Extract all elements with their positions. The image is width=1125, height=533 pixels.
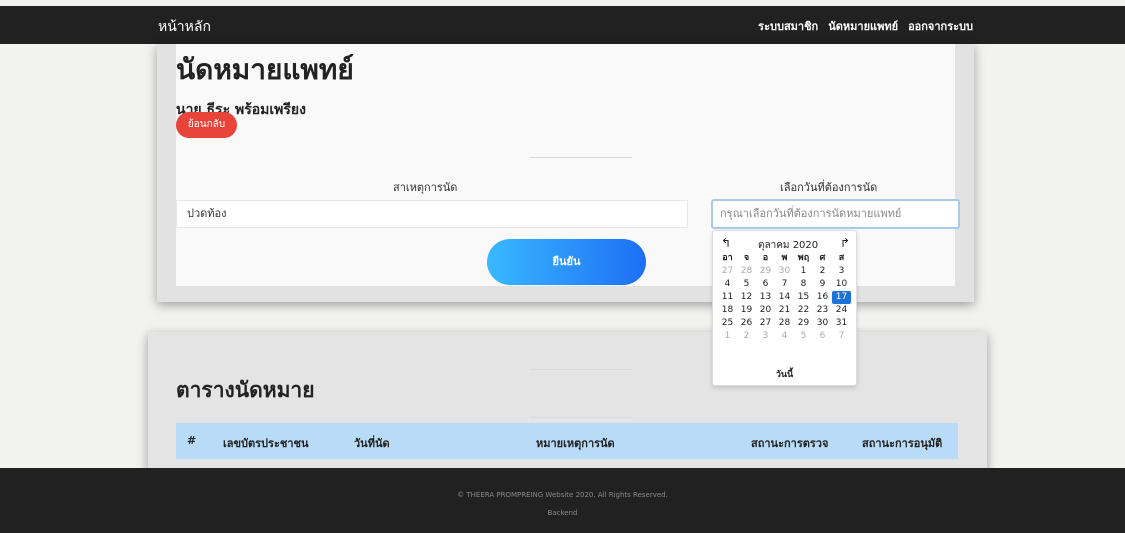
- divider: [530, 157, 632, 158]
- calendar-grid: อาจอพพฤศส 27 28 29 30 1 2 3 4 5 6 7 8 9 10 11 12 13 14 15 16…: [718, 252, 851, 343]
- calendar-day[interactable]: 15: [794, 291, 813, 304]
- calendar-day[interactable]: 26: [737, 317, 756, 330]
- table-title: ตารางนัดหมาย: [176, 378, 315, 402]
- column-header-note: หมายเหตุการนัด: [536, 437, 615, 450]
- calendar-day[interactable]: 11: [718, 291, 737, 304]
- calendar-day[interactable]: 5: [794, 330, 813, 343]
- column-header-approval-status: สถานะการอนุมัติ: [862, 437, 943, 450]
- calendar-day[interactable]: 2: [737, 330, 756, 343]
- calendar-day[interactable]: 7: [832, 330, 851, 343]
- page-title: นัดหมายแพทย์: [176, 53, 354, 86]
- back-button[interactable]: ย้อนกลับ: [176, 112, 237, 138]
- calendar-day[interactable]: 13: [756, 291, 775, 304]
- calendar-day[interactable]: 22: [794, 304, 813, 317]
- date-picker-popup: ↰ ตุลาคม 2020 ↱ อาจอพพฤศส 27 28 29 30 1 2 3 4 5 6 7…: [712, 230, 857, 386]
- calendar-weekday: ศ: [819, 253, 826, 263]
- column-header-index: #: [187, 434, 197, 447]
- calendar-day[interactable]: 30: [813, 317, 832, 330]
- calendar-day[interactable]: 9: [813, 278, 832, 291]
- date-input[interactable]: กรุณาเลือกวันที่ต้องการนัดหมายแพทย์: [711, 199, 960, 229]
- calendar-day[interactable]: 7: [775, 278, 794, 291]
- calendar-weekday: ส: [838, 253, 845, 263]
- calendar-day[interactable]: 19: [737, 304, 756, 317]
- footer: [0, 468, 1125, 533]
- calendar-day[interactable]: 27: [756, 317, 775, 330]
- calendar-weekday: พฤ: [797, 253, 810, 263]
- calendar-day[interactable]: 12: [737, 291, 756, 304]
- nav-member-system-link[interactable]: ระบบสมาชิก: [758, 17, 818, 35]
- footer-backend-link[interactable]: Backend: [0, 509, 1125, 517]
- date-label: เลือกวันที่ต้องการนัด: [780, 181, 878, 194]
- calendar-day[interactable]: 3: [756, 330, 775, 343]
- calendar-day[interactable]: 27: [718, 265, 737, 278]
- calendar-day[interactable]: 2: [813, 265, 832, 278]
- footer-copyright: © THEERA PROMPREING Website 2020. All Ri…: [457, 491, 668, 499]
- calendar-weekday: อ: [762, 253, 769, 263]
- calendar-weekday: พ: [781, 253, 788, 263]
- navbar: หน้าหลัก ระบบสมาชิก นัดหมายแพทย์ ออกจากร…: [0, 6, 1125, 44]
- calendar-day[interactable]: 30: [775, 265, 794, 278]
- calendar-day[interactable]: 18: [718, 304, 737, 317]
- calendar-day[interactable]: 29: [794, 317, 813, 330]
- calendar-day[interactable]: 23: [813, 304, 832, 317]
- calendar-day[interactable]: 10: [832, 278, 851, 291]
- calendar-weekday: จ: [743, 253, 750, 263]
- calendar-day[interactable]: 24: [832, 304, 851, 317]
- calendar-day[interactable]: 28: [775, 317, 794, 330]
- column-header-citizen-id: เลขบัตรประชาชน: [223, 437, 309, 450]
- confirm-button[interactable]: ยืนยัน: [487, 239, 646, 285]
- column-header-exam-status: สถานะการตรวจ: [751, 437, 829, 450]
- calendar-weekday: อา: [722, 253, 733, 263]
- today-button[interactable]: วันนี้: [713, 367, 856, 381]
- calendar-month-title[interactable]: ตุลาคม 2020: [758, 238, 818, 253]
- calendar-day[interactable]: 29: [756, 265, 775, 278]
- nav-doctor-appointment-link[interactable]: นัดหมายแพทย์: [828, 17, 898, 35]
- table-header: # เลขบัตรประชาชน วันที่นัด หมายเหตุการนั…: [176, 423, 958, 459]
- divider: [530, 369, 632, 370]
- calendar-day[interactable]: 5: [737, 278, 756, 291]
- calendar-day[interactable]: 4: [775, 330, 794, 343]
- previous-month-icon[interactable]: ↰: [721, 236, 731, 250]
- nav-home-link[interactable]: หน้าหลัก: [158, 16, 211, 38]
- calendar-day[interactable]: 25: [718, 317, 737, 330]
- divider: [530, 417, 632, 418]
- calendar-day[interactable]: 3: [832, 265, 851, 278]
- calendar-day[interactable]: 4: [718, 278, 737, 291]
- calendar-day[interactable]: 1: [718, 330, 737, 343]
- calendar-day-selected[interactable]: 17: [832, 291, 851, 304]
- nav-links: ระบบสมาชิก นัดหมายแพทย์ ออกจากระบบ: [758, 17, 973, 35]
- calendar-day[interactable]: 6: [756, 278, 775, 291]
- calendar-day[interactable]: 8: [794, 278, 813, 291]
- column-header-date: วันที่นัด: [354, 437, 390, 450]
- reason-label: สาเหตุการนัด: [393, 181, 458, 194]
- calendar-day[interactable]: 21: [775, 304, 794, 317]
- calendar-day[interactable]: 16: [813, 291, 832, 304]
- calendar-day[interactable]: 31: [832, 317, 851, 330]
- calendar-day[interactable]: 28: [737, 265, 756, 278]
- reason-input[interactable]: ปวดท้อง: [176, 200, 688, 228]
- calendar-header: ↰ ตุลาคม 2020 ↱: [713, 234, 856, 253]
- nav-logout-link[interactable]: ออกจากระบบ: [908, 17, 973, 35]
- calendar-day[interactable]: 1: [794, 265, 813, 278]
- next-month-icon[interactable]: ↱: [840, 236, 850, 250]
- calendar-day[interactable]: 6: [813, 330, 832, 343]
- calendar-day[interactable]: 14: [775, 291, 794, 304]
- calendar-day[interactable]: 20: [756, 304, 775, 317]
